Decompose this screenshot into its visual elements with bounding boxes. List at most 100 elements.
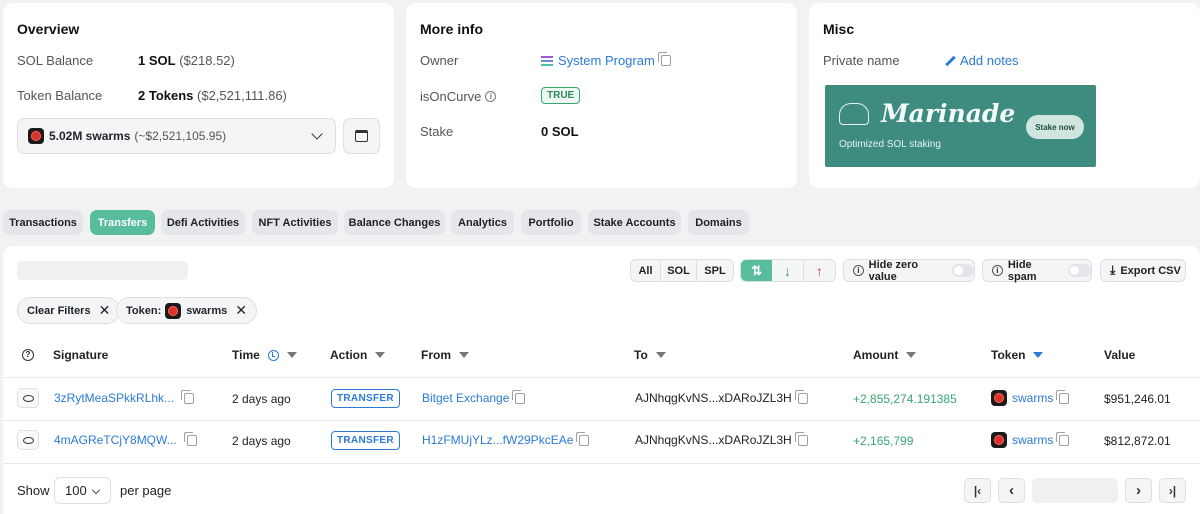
stake-now-button[interactable]: Stake now: [1026, 115, 1084, 139]
action-badge: TRANSFER: [331, 431, 400, 450]
copy-icon[interactable]: [794, 431, 808, 446]
tab-transfers[interactable]: Transfers: [90, 210, 155, 235]
view-details-button[interactable]: [17, 430, 39, 450]
hide-zero-switch[interactable]: [951, 264, 974, 277]
hide-zero-toggle[interactable]: i Hide zero value: [843, 259, 975, 283]
action-cell: TRANSFER: [331, 389, 400, 408]
direction-in-button[interactable]: ↓: [772, 260, 804, 281]
filter-spl-button[interactable]: SPL: [697, 260, 733, 281]
filter-icon[interactable]: [459, 352, 469, 358]
view-details-button[interactable]: [17, 388, 39, 408]
copy-icon[interactable]: [512, 389, 526, 404]
misc-title: Misc: [823, 21, 855, 37]
add-notes-link[interactable]: Add notes: [945, 53, 1019, 68]
from-link[interactable]: Bitget Exchange: [422, 391, 509, 405]
signature-cell: 3zRytMeaSPkkRLhk...: [54, 389, 195, 405]
amount-cell: +2,165,799: [853, 434, 914, 448]
action-header-label: Action: [330, 348, 368, 362]
token-select-usd: (~$2,521,105.95): [134, 129, 227, 143]
tab-defi-activities[interactable]: Defi Activities: [161, 210, 245, 235]
eye-icon: [22, 436, 34, 444]
copy-icon[interactable]: [1056, 389, 1070, 404]
copy-icon[interactable]: [1056, 431, 1070, 446]
add-notes-label: Add notes: [960, 53, 1019, 68]
marinade-banner[interactable]: Marinade Optimized SOL staking Stake now: [825, 85, 1096, 167]
filter-icon[interactable]: [286, 352, 297, 358]
tab-stake-accounts[interactable]: Stake Accounts: [588, 210, 681, 235]
to-cell: AJNhqgKvNS...xDARoJZL3H: [635, 389, 808, 405]
export-csv-label: Export CSV: [1120, 264, 1181, 277]
copy-icon[interactable]: [794, 389, 808, 404]
copy-icon[interactable]: [657, 52, 671, 66]
private-name-label: Private name: [823, 53, 900, 68]
owner-value: System Program: [541, 52, 671, 68]
tab-transactions[interactable]: Transactions: [3, 210, 83, 235]
info-icon: i: [992, 265, 1003, 276]
filter-active-icon[interactable]: [1033, 352, 1044, 358]
token-cell: swarms: [991, 389, 1070, 406]
marinade-brand: Marinade: [881, 99, 1016, 128]
direction-out-button[interactable]: ↑: [804, 260, 835, 281]
close-icon[interactable]: ✕: [99, 302, 111, 319]
token-link[interactable]: swarms: [1012, 391, 1053, 405]
hide-spam-toggle[interactable]: i Hide spam: [982, 259, 1092, 283]
filter-icon[interactable]: [375, 352, 386, 358]
help-icon: ?: [22, 349, 34, 361]
isoncurve-label-text: isOnCurve: [420, 89, 482, 104]
action-badge: TRANSFER: [331, 389, 400, 408]
tab-portfolio[interactable]: Portfolio: [521, 210, 581, 235]
token-select[interactable]: 5.02M swarms (~$2,521,105.95): [17, 118, 336, 154]
row-divider: [3, 463, 1200, 464]
prev-page-button[interactable]: ‹: [998, 478, 1025, 503]
export-csv-button[interactable]: ⤓ Export CSV: [1100, 259, 1186, 282]
owner-label: Owner: [420, 53, 459, 68]
filter-icon[interactable]: [655, 352, 666, 358]
next-page-button[interactable]: ›: [1125, 478, 1152, 503]
tab-balance-changes[interactable]: Balance Changes: [344, 210, 445, 235]
time-cell: 2 days ago: [232, 392, 291, 406]
token-filter-chip[interactable]: Token: swarms ✕: [116, 297, 257, 324]
from-link[interactable]: H1zFMUjYLz...fW29PkcEAe: [422, 433, 573, 447]
isoncurve-badge: TRUE: [541, 87, 581, 104]
signature-link[interactable]: 4mAGReTCjY8MQW...: [54, 433, 177, 447]
clear-filters-chip[interactable]: Clear Filters ✕: [17, 297, 121, 324]
marinade-tagline: Optimized SOL staking: [839, 139, 941, 150]
tab-nft-activities[interactable]: NFT Activities: [252, 210, 338, 235]
to-address[interactable]: AJNhqgKvNS...xDARoJZL3H: [635, 391, 792, 405]
clock-icon[interactable]: [267, 349, 279, 361]
download-icon: ⤓: [1110, 263, 1116, 277]
filter-sol-button[interactable]: SOL: [661, 260, 697, 281]
signature-link[interactable]: 3zRytMeaSPkkRLhk...: [54, 391, 174, 405]
copy-icon[interactable]: [576, 431, 590, 446]
token-balance-amount: 2 Tokens: [138, 88, 194, 103]
owner-link[interactable]: System Program: [558, 53, 655, 68]
token-cell: swarms: [991, 431, 1070, 448]
help-icon-header[interactable]: ?: [22, 349, 34, 361]
hide-spam-switch[interactable]: [1068, 264, 1091, 277]
tab-analytics[interactable]: Analytics: [451, 210, 514, 235]
filter-all-button[interactable]: All: [631, 260, 661, 281]
copy-icon[interactable]: [183, 431, 197, 446]
misc-card: Misc Private name Add notes Marinade Opt…: [809, 3, 1200, 188]
copy-icon[interactable]: [181, 389, 195, 404]
wallet-view-button[interactable]: [343, 118, 380, 154]
tab-domains[interactable]: Domains: [688, 210, 749, 235]
first-page-icon: |‹: [973, 483, 982, 498]
action-cell: TRANSFER: [331, 431, 400, 450]
info-icon[interactable]: i: [485, 91, 497, 102]
from-header: From: [421, 348, 469, 362]
token-header-label: Token: [991, 348, 1026, 362]
last-page-icon: ›|: [1168, 483, 1177, 498]
token-link[interactable]: swarms: [1012, 433, 1053, 447]
filter-icon[interactable]: [906, 352, 917, 358]
direction-both-button[interactable]: ⇅: [741, 260, 773, 281]
from-header-label: From: [421, 348, 451, 362]
page-size-select[interactable]: 100: [54, 477, 111, 504]
first-page-button[interactable]: |‹: [964, 478, 991, 503]
close-icon[interactable]: ✕: [235, 302, 247, 319]
token-header: Token: [991, 348, 1044, 362]
direction-filter: ⇅ ↓ ↑: [740, 259, 836, 282]
token-select-value: 5.02M swarms: [49, 129, 131, 143]
to-address[interactable]: AJNhqgKvNS...xDARoJZL3H: [635, 433, 792, 447]
last-page-button[interactable]: ›|: [1159, 478, 1186, 503]
